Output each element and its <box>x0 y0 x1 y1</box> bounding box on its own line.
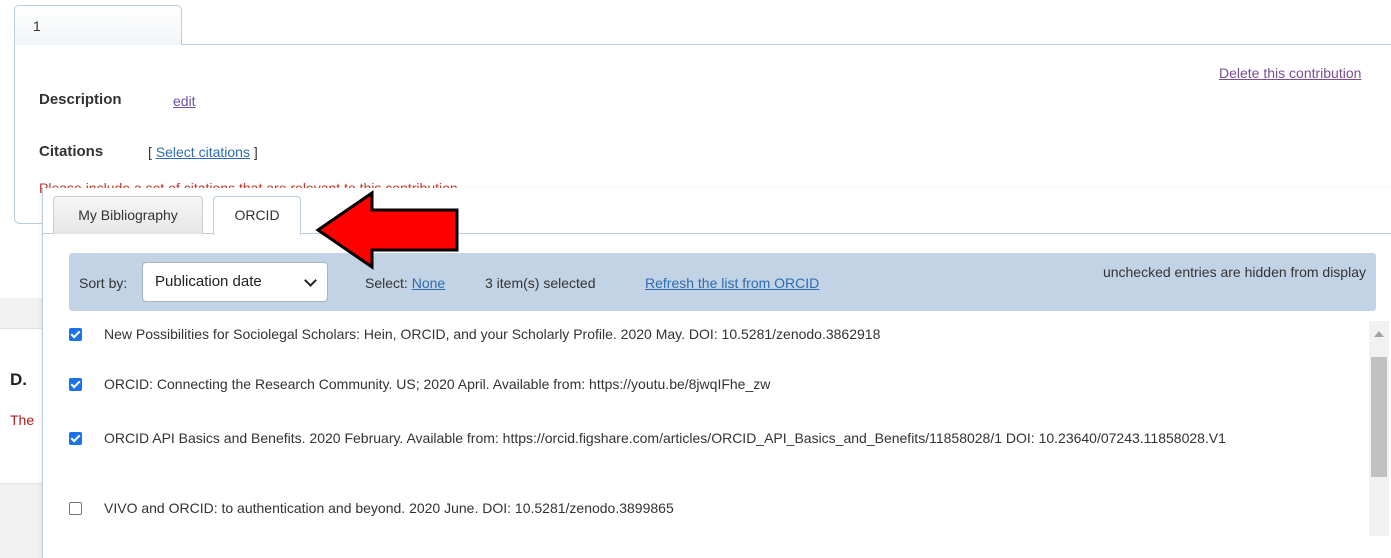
bracket-close: ] <box>249 144 258 160</box>
delete-contribution-link[interactable]: Delete this contribution <box>1219 65 1361 81</box>
section-heading: D. <box>10 370 27 389</box>
citation-dialog: My Bibliography ORCID Sort by: Publicati… <box>42 188 1391 558</box>
contribution-tab[interactable]: 1 <box>14 5 182 45</box>
section-text: The <box>10 412 35 428</box>
select-none-link[interactable]: None <box>412 275 445 291</box>
scrollbar-thumb[interactable] <box>1371 357 1387 477</box>
item-text: ORCID: Connecting the Research Community… <box>104 376 771 392</box>
item-text: VIVO and ORCID: to authentication and be… <box>104 500 674 516</box>
item-text: ORCID API Basics and Benefits. 2020 Febr… <box>104 430 1226 446</box>
item-text: New Possibilities for Sociolegal Scholar… <box>104 326 881 342</box>
refresh-orcid-link[interactable]: Refresh the list from ORCID <box>645 275 819 291</box>
select-citations-group: [ Select citations ] <box>148 144 258 160</box>
list-scrollbar[interactable] <box>1369 321 1389 536</box>
item-checkbox[interactable] <box>69 432 82 445</box>
select-citations-link[interactable]: Select citations <box>156 144 250 160</box>
red-arrow-annotation <box>315 190 459 270</box>
item-checkbox[interactable] <box>69 328 82 341</box>
tab-orcid[interactable]: ORCID <box>213 196 301 235</box>
chevron-down-icon <box>304 274 317 287</box>
sort-label: Sort by: <box>79 275 128 291</box>
tab-my-bibliography[interactable]: My Bibliography <box>53 196 203 234</box>
selected-count: 3 item(s) selected <box>485 275 596 291</box>
item-checkbox[interactable] <box>69 502 82 515</box>
sort-select[interactable]: Publication date <box>142 262 328 302</box>
bracket-open: [ <box>148 144 156 160</box>
citations-label: Citations <box>39 143 104 160</box>
select-label: Select: <box>365 275 412 291</box>
edit-description-link[interactable]: edit <box>173 93 196 109</box>
sort-select-value: Publication date <box>155 273 262 290</box>
description-label: Description <box>39 91 122 108</box>
scroll-up-icon[interactable] <box>1374 331 1384 337</box>
select-group: Select: None <box>365 275 445 291</box>
hidden-entries-note: unchecked entries are hidden from displa… <box>1102 264 1366 280</box>
item-checkbox[interactable] <box>69 378 82 391</box>
list-toolbar: Sort by: Publication date Select: None 3… <box>69 253 1376 311</box>
